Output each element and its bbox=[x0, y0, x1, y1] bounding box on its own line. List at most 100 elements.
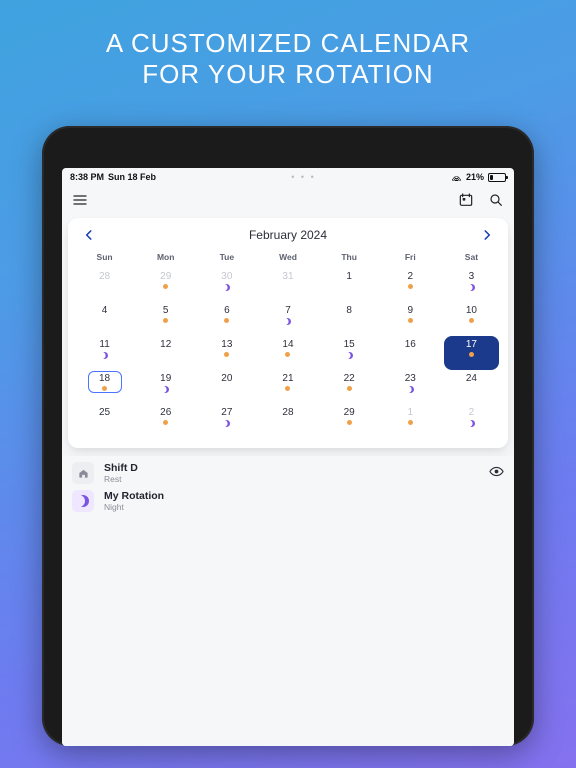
day-cell[interactable]: 12 bbox=[135, 336, 196, 370]
day-cell[interactable]: 28 bbox=[74, 268, 135, 302]
day-number: 17 bbox=[466, 339, 477, 350]
weekday-label: Sat bbox=[441, 248, 502, 268]
day-cell[interactable]: 26 bbox=[135, 404, 196, 438]
event-title: Shift D bbox=[104, 462, 479, 474]
day-number: 9 bbox=[407, 305, 413, 316]
status-center-dots: • • • bbox=[291, 172, 315, 182]
day-cell[interactable]: 9 bbox=[380, 302, 441, 336]
calendar-grid: 2829303112345678910111213141516171819202… bbox=[74, 268, 502, 438]
day-number: 1 bbox=[346, 271, 352, 282]
next-month-button[interactable] bbox=[480, 228, 494, 242]
moon-icon bbox=[468, 284, 475, 291]
event-list: Shift DRest My RotationNight bbox=[62, 456, 514, 746]
moon-icon bbox=[72, 490, 94, 512]
screen: 8:38 PM Sun 18 Feb • • • 21% bbox=[62, 168, 514, 746]
day-number: 26 bbox=[160, 407, 171, 418]
day-cell[interactable]: 11 bbox=[74, 336, 135, 370]
day-cell[interactable]: 1 bbox=[380, 404, 441, 438]
day-cell[interactable]: 16 bbox=[380, 336, 441, 370]
day-number: 8 bbox=[346, 305, 352, 316]
day-cell[interactable]: 8 bbox=[319, 302, 380, 336]
day-cell[interactable]: 14 bbox=[257, 336, 318, 370]
day-number: 27 bbox=[221, 407, 232, 418]
day-cell[interactable]: 30 bbox=[196, 268, 257, 302]
day-cell[interactable]: 6 bbox=[196, 302, 257, 336]
day-number: 12 bbox=[160, 339, 171, 350]
battery-percent: 21% bbox=[466, 172, 484, 182]
moon-icon bbox=[468, 420, 475, 427]
shift-dot-icon bbox=[408, 318, 413, 323]
day-cell[interactable]: 28 bbox=[257, 404, 318, 438]
day-number: 7 bbox=[285, 305, 291, 316]
day-number: 2 bbox=[469, 407, 475, 418]
status-time: 8:38 PM bbox=[70, 172, 104, 182]
day-number: 5 bbox=[163, 305, 169, 316]
shift-dot-icon bbox=[285, 386, 290, 391]
day-cell[interactable]: 2 bbox=[441, 404, 502, 438]
day-cell[interactable]: 4 bbox=[74, 302, 135, 336]
day-cell[interactable]: 7 bbox=[257, 302, 318, 336]
day-cell[interactable]: 13 bbox=[196, 336, 257, 370]
day-number: 24 bbox=[466, 373, 477, 384]
month-title: February 2024 bbox=[249, 228, 327, 242]
day-number: 16 bbox=[405, 339, 416, 350]
day-number: 23 bbox=[405, 373, 416, 384]
shift-dot-icon bbox=[163, 318, 168, 323]
day-cell[interactable]: 21 bbox=[257, 370, 318, 404]
day-cell[interactable]: 22 bbox=[319, 370, 380, 404]
day-number: 29 bbox=[160, 271, 171, 282]
day-cell[interactable]: 10 bbox=[441, 302, 502, 336]
day-cell[interactable]: 19 bbox=[135, 370, 196, 404]
day-number: 30 bbox=[221, 271, 232, 282]
day-number: 15 bbox=[344, 339, 355, 350]
day-cell[interactable]: 24 bbox=[441, 370, 502, 404]
day-number: 1 bbox=[407, 407, 413, 418]
day-cell[interactable]: 23 bbox=[380, 370, 441, 404]
app-bar bbox=[62, 186, 514, 214]
day-number: 28 bbox=[99, 271, 110, 282]
day-cell[interactable]: 25 bbox=[74, 404, 135, 438]
day-number: 11 bbox=[99, 339, 109, 350]
day-cell[interactable]: 31 bbox=[257, 268, 318, 302]
day-cell[interactable]: 29 bbox=[319, 404, 380, 438]
day-cell[interactable]: 27 bbox=[196, 404, 257, 438]
day-cell[interactable]: 5 bbox=[135, 302, 196, 336]
day-cell[interactable]: 1 bbox=[319, 268, 380, 302]
home-icon bbox=[72, 462, 94, 484]
day-cell[interactable]: 20 bbox=[196, 370, 257, 404]
visibility-icon[interactable] bbox=[489, 464, 504, 482]
day-number: 6 bbox=[224, 305, 230, 316]
list-item[interactable]: My RotationNight bbox=[72, 490, 504, 512]
day-number: 29 bbox=[344, 407, 355, 418]
day-cell[interactable]: 2 bbox=[380, 268, 441, 302]
day-number: 2 bbox=[407, 271, 413, 282]
day-number: 20 bbox=[221, 373, 232, 384]
event-subtitle: Rest bbox=[104, 474, 479, 484]
today-indicator bbox=[88, 371, 122, 393]
day-number: 13 bbox=[221, 339, 232, 350]
shift-dot-icon bbox=[408, 420, 413, 425]
today-icon[interactable] bbox=[458, 192, 474, 208]
moon-icon bbox=[223, 284, 230, 291]
prev-month-button[interactable] bbox=[82, 228, 96, 242]
moon-icon bbox=[407, 386, 414, 393]
moon-icon bbox=[284, 318, 291, 325]
menu-icon[interactable] bbox=[72, 192, 88, 208]
shift-dot-icon bbox=[224, 318, 229, 323]
moon-icon bbox=[346, 352, 353, 359]
shift-dot-icon bbox=[224, 352, 229, 357]
day-number: 19 bbox=[160, 373, 171, 384]
weekday-header: SunMonTueWedThuFriSat bbox=[74, 248, 502, 268]
battery-icon bbox=[488, 173, 506, 182]
day-number: 14 bbox=[282, 339, 293, 350]
search-icon[interactable] bbox=[488, 192, 504, 208]
day-cell[interactable]: 15 bbox=[319, 336, 380, 370]
day-number: 31 bbox=[282, 271, 293, 282]
day-cell[interactable]: 3 bbox=[441, 268, 502, 302]
list-item[interactable]: Shift DRest bbox=[72, 462, 504, 484]
day-cell[interactable]: 29 bbox=[135, 268, 196, 302]
day-cell[interactable]: 18 bbox=[74, 370, 135, 404]
day-number: 25 bbox=[99, 407, 110, 418]
day-cell[interactable]: 17 bbox=[441, 336, 502, 370]
day-number: 10 bbox=[466, 305, 477, 316]
